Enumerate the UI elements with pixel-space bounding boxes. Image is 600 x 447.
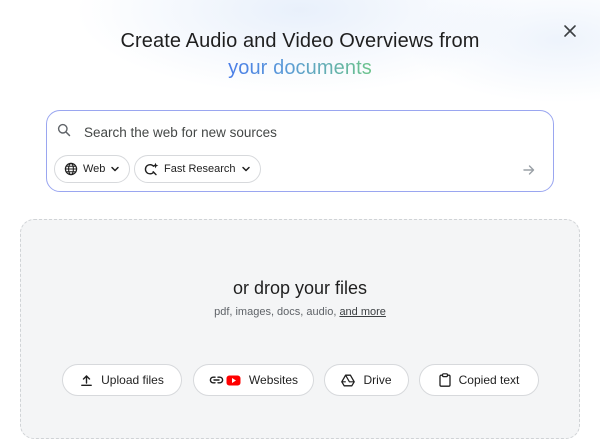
websites-button[interactable]: Websites: [193, 364, 314, 396]
upload-icon: [81, 374, 93, 386]
arrow-right-icon: [523, 165, 535, 175]
websites-label: Websites: [248, 373, 299, 387]
chevron-down-icon: [241, 166, 250, 172]
file-dropzone[interactable]: [20, 219, 580, 439]
globe-icon: [64, 162, 78, 176]
and-more-link[interactable]: and more: [339, 306, 385, 318]
dialog-title: Create Audio and Video Overviews from yo…: [0, 28, 600, 82]
copied-text-button[interactable]: Copied text: [419, 364, 539, 396]
dialog-title-line1: Create Audio and Video Overviews from: [120, 30, 480, 52]
add-sources-dialog: Create Audio and Video Overviews from yo…: [0, 0, 600, 447]
search-input[interactable]: [84, 121, 524, 143]
search-icon: [57, 123, 71, 137]
youtube-icon: [226, 375, 241, 385]
dropzone-title: or drop your files: [232, 278, 368, 298]
source-type-dropdown[interactable]: Web: [54, 155, 131, 183]
fast-research-icon: [144, 162, 159, 176]
research-mode-label: Fast Research: [164, 163, 236, 175]
link-icon: [209, 376, 224, 384]
chevron-down-icon: [111, 166, 120, 172]
research-mode-dropdown[interactable]: Fast Research: [134, 155, 261, 183]
dropzone-file-types: pdf, images, docs, audio,: [214, 306, 337, 318]
drive-label: Drive: [363, 373, 392, 387]
clipboard-icon: [438, 373, 451, 387]
source-type-label: Web: [83, 163, 106, 175]
copied-text-label: Copied text: [458, 373, 520, 387]
upload-files-button[interactable]: Upload files: [62, 364, 182, 396]
link-youtube-icon: [209, 375, 241, 386]
upload-files-label: Upload files: [101, 373, 164, 387]
web-search-box: Web Fast Research: [46, 110, 554, 192]
dialog-title-accent: your documents: [228, 57, 372, 79]
drive-button[interactable]: Drive: [324, 364, 409, 396]
search-submit-button[interactable]: [515, 156, 543, 184]
dropzone-subtitle: pdf, images, docs, audio, and more: [0, 306, 600, 318]
drive-icon: [341, 374, 356, 386]
